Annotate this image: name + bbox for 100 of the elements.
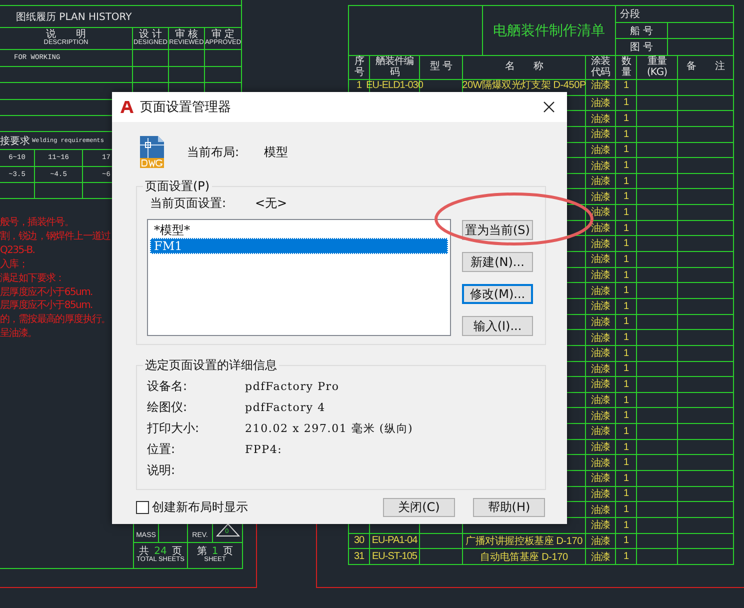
table-cell: 1 — [616, 424, 637, 440]
table-cell: 1 — [616, 534, 637, 550]
table-cell — [678, 111, 734, 127]
table-cell — [678, 455, 734, 472]
dialog-button[interactable]: 输入(I)... — [462, 316, 533, 336]
total-suffix: 页 — [172, 546, 182, 557]
table-cell — [420, 534, 463, 550]
table-cell — [637, 440, 678, 456]
current-setup-label: 当前页面设置: — [150, 194, 228, 212]
table-cell — [678, 189, 734, 206]
note-text: 的，需按最高的厚度执行。 — [0, 313, 112, 328]
list-item[interactable]: *模型* — [150, 222, 448, 238]
note-text: 般号，插装件号。 — [0, 216, 75, 230]
table-cell: 油漆 — [586, 174, 616, 190]
table-cell — [637, 283, 678, 299]
table-cell: 1 — [616, 252, 637, 268]
table-cell: EU-PA1-04 — [370, 534, 420, 550]
table-title: 接要求 — [0, 134, 30, 148]
table-cell — [637, 158, 678, 174]
info-label: 船 号 — [616, 23, 668, 39]
current-layout-label: 当前布局: — [187, 144, 240, 160]
table-cell: EU-ST-105 — [370, 549, 420, 565]
table-cell — [637, 549, 678, 565]
table-cell: 油漆 — [586, 502, 616, 518]
column-header: 备 注 — [678, 56, 734, 80]
table-cell: 1 — [616, 205, 637, 221]
checkbox[interactable] — [136, 501, 149, 514]
table-cell: 油漆 — [586, 549, 616, 565]
table-cell — [668, 23, 734, 39]
table-cell: 1 — [616, 220, 637, 236]
table-cell — [678, 424, 734, 440]
table-cell: 油漆 — [586, 486, 616, 502]
table-cell: 1 — [616, 126, 637, 143]
note-text: 呈油漆。 — [0, 327, 38, 342]
table-cell: 1 — [616, 486, 637, 502]
table-cell — [637, 486, 678, 502]
note-text: 满足如下要求： — [0, 272, 66, 286]
table-cell: 油漆 — [586, 205, 616, 221]
table-cell: 1 — [616, 96, 637, 112]
table-cell: 1 — [616, 330, 637, 346]
table-cell — [637, 377, 678, 393]
letter-a-icon — [120, 100, 134, 114]
table-cell — [678, 268, 734, 284]
table-cell — [678, 408, 734, 424]
table-cell: 1 — [616, 268, 637, 284]
table-cell — [678, 440, 734, 456]
table-cell — [169, 50, 205, 67]
detail-value: FPP4: — [245, 443, 282, 456]
info-label: 分段 — [616, 6, 734, 23]
table-cell — [678, 486, 734, 502]
table-cell — [678, 142, 734, 158]
note-text: 层厚度应不小于85um. — [0, 299, 94, 314]
table-cell: 1 — [616, 189, 637, 206]
dialog-button[interactable]: 帮助(H) — [473, 498, 545, 517]
total-sheets: 24 — [154, 546, 167, 557]
table-cell: 油漆 — [586, 424, 616, 440]
list-item[interactable]: FM1 — [150, 238, 448, 254]
table-cell — [678, 377, 734, 393]
table-cell — [637, 471, 678, 487]
table-cell: 1 — [616, 502, 637, 518]
revision-triangle-icon — [216, 523, 240, 537]
table-cell — [678, 236, 734, 252]
table-cell — [637, 455, 678, 472]
dialog-button[interactable]: 置为当前(S) — [462, 220, 533, 240]
dialog-button[interactable]: 关闭(C) — [383, 498, 455, 517]
dialog-button[interactable]: 新建(N)... — [462, 252, 533, 272]
dialog-button[interactable]: 修改(M)... — [462, 284, 533, 304]
table-cell: 油漆 — [586, 268, 616, 284]
table-cell — [678, 298, 734, 315]
table-cell — [637, 392, 678, 408]
table-cell — [678, 534, 734, 550]
table-cell — [637, 174, 678, 190]
detail-value: pdfFactory Pro — [245, 380, 340, 393]
table-cell — [637, 236, 678, 252]
table-cell — [637, 96, 678, 112]
note-text: 入库； — [0, 258, 29, 272]
info-label: 图 号 — [616, 39, 668, 56]
table-cell: 1 — [616, 392, 637, 408]
page-setup-list[interactable]: *模型* FM1 — [147, 219, 451, 336]
table-cell: 油漆 — [586, 346, 616, 362]
table-title: 图纸履历 PLAN HISTORY — [0, 6, 242, 28]
table-cell — [637, 424, 678, 440]
table-cell: 1 — [616, 455, 637, 472]
table-cell — [637, 534, 678, 550]
table-cell — [637, 142, 678, 158]
note-text: Q235-B. — [0, 244, 36, 258]
table-cell: 1 — [616, 362, 637, 378]
table-cell — [678, 362, 734, 378]
table-cell: 油漆 — [586, 252, 616, 268]
detail-label: 说明: — [147, 462, 176, 479]
table-cell — [678, 549, 734, 565]
column-header: 数量 — [616, 56, 637, 80]
table-cell — [637, 314, 678, 330]
column-header: 名 称 — [463, 56, 586, 80]
table-cell: 1 — [616, 298, 637, 315]
sheet-number: 1 — [212, 546, 218, 557]
table-cell: 油漆 — [586, 80, 616, 96]
column-header: 涂装代码 — [586, 56, 616, 80]
table-cell: 油漆 — [586, 314, 616, 330]
table-cell: 油漆 — [586, 111, 616, 127]
